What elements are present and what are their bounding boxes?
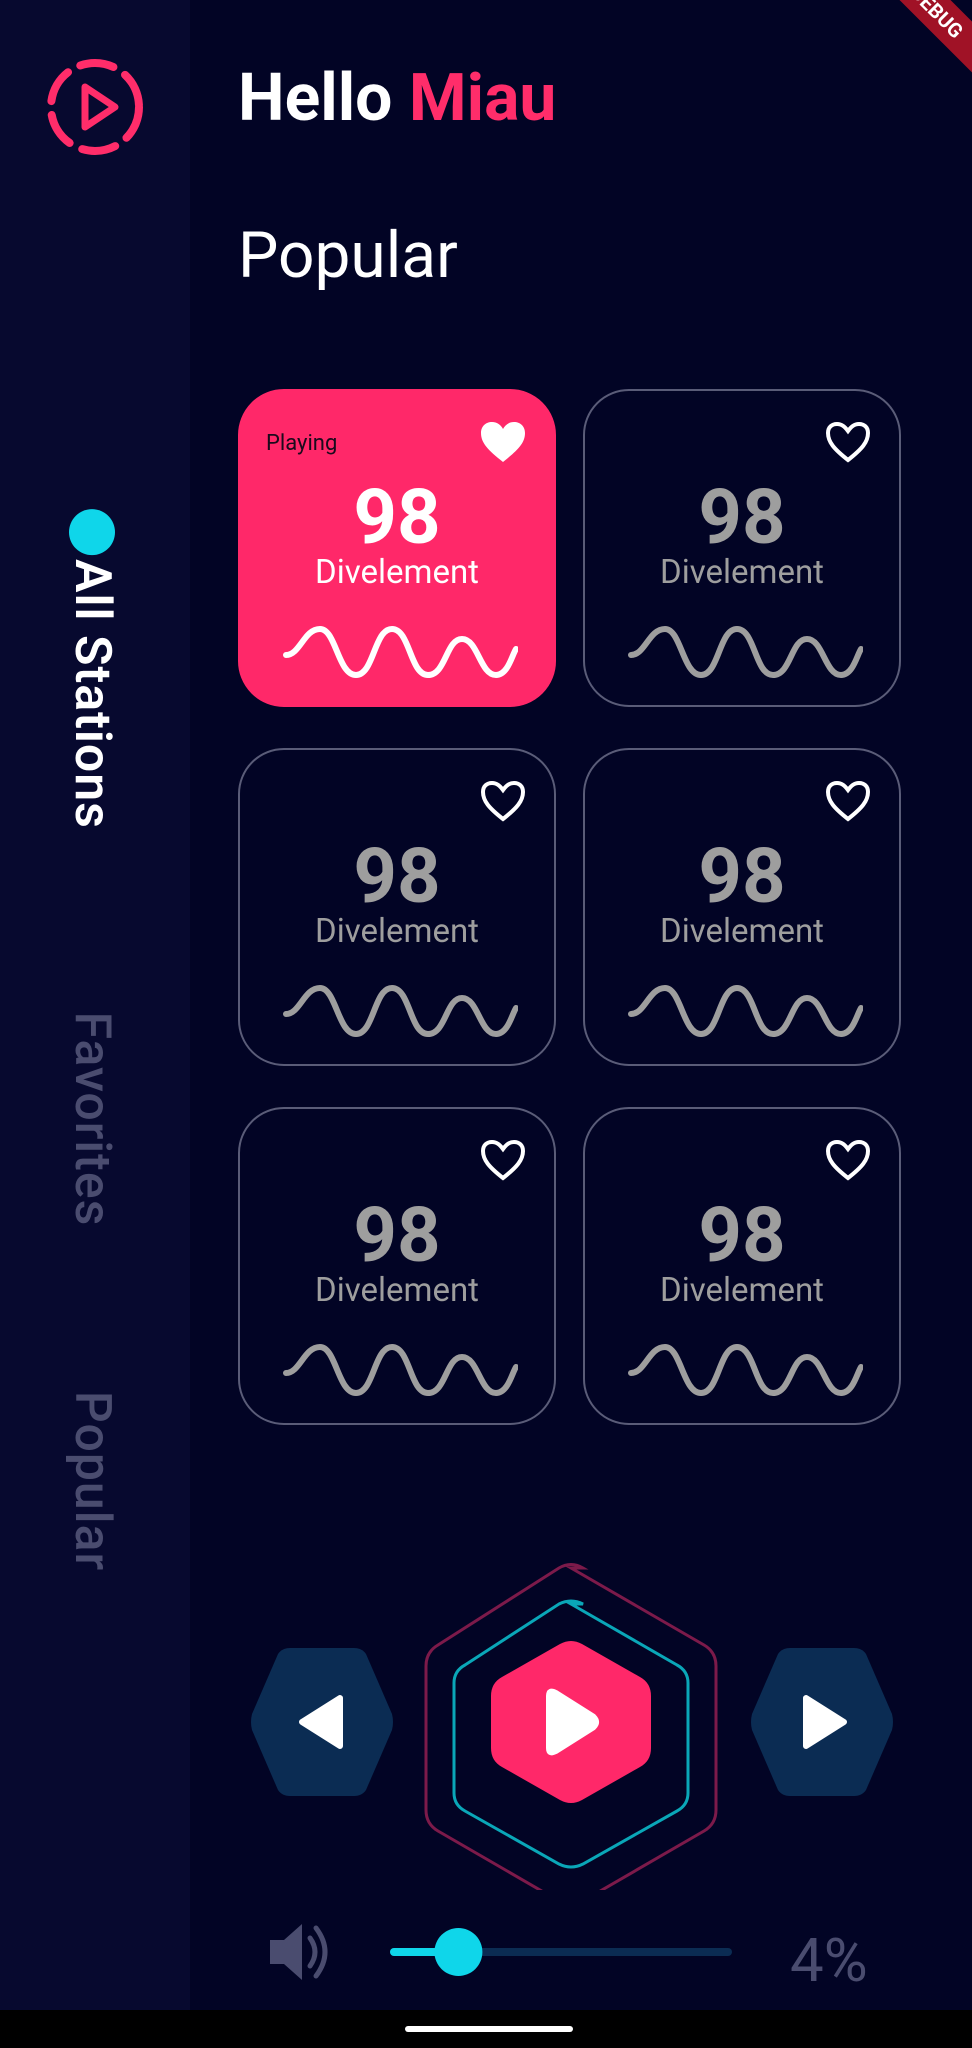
station-frequency: 98 <box>698 472 786 562</box>
heart-filled-icon[interactable] <box>478 419 528 465</box>
next-button[interactable] <box>751 1648 893 1796</box>
sidebar-item-label: Favorites <box>63 1011 121 1227</box>
heart-outline-icon[interactable] <box>823 419 873 465</box>
station-name: Divelement <box>660 553 824 592</box>
play-button[interactable] <box>491 1641 651 1803</box>
sidebar-item-favorites[interactable]: Favorites <box>63 1012 121 1227</box>
heart-outline-icon[interactable] <box>478 1137 528 1183</box>
station-frequency: 98 <box>698 1190 786 1280</box>
playing-status: Playing <box>266 431 338 456</box>
station-card[interactable]: 98 Divelement <box>238 748 556 1066</box>
heart-outline-icon[interactable] <box>823 778 873 824</box>
station-card[interactable]: 98 Divelement <box>583 748 901 1066</box>
wave-icon <box>628 1343 863 1397</box>
station-frequency: 98 <box>698 831 786 921</box>
sidebar-item-label: All Stations <box>63 559 121 829</box>
wave-icon <box>283 984 518 1038</box>
wave-icon <box>283 1343 518 1397</box>
station-name: Divelement <box>660 1271 824 1310</box>
section-title: Popular <box>238 218 458 293</box>
previous-button[interactable] <box>250 1648 394 1796</box>
volume-slider-thumb[interactable] <box>434 1928 483 1976</box>
home-indicator[interactable] <box>405 2026 573 2032</box>
station-frequency: 98 <box>353 831 441 921</box>
play-circle-icon[interactable] <box>45 57 145 157</box>
heart-outline-icon[interactable] <box>478 778 528 824</box>
station-frequency: 98 <box>353 1190 441 1280</box>
station-card[interactable]: Playing 98 Divelement <box>238 389 556 707</box>
greeting-text: Hello <box>238 60 393 137</box>
station-name: Divelement <box>660 912 824 951</box>
sidebar-item-label: Popular <box>63 1390 121 1572</box>
heart-outline-icon[interactable] <box>823 1137 873 1183</box>
wave-icon <box>283 625 518 679</box>
station-card[interactable]: 98 Divelement <box>583 389 901 707</box>
station-card[interactable]: 98 Divelement <box>583 1107 901 1425</box>
sidebar-item-all-stations[interactable]: All Stations <box>63 509 121 829</box>
wave-icon <box>628 984 863 1038</box>
station-name: Divelement <box>315 912 479 951</box>
volume-percent: 4% <box>790 1925 868 1996</box>
user-name: Miau <box>408 60 557 137</box>
speaker-icon[interactable] <box>270 1924 328 1980</box>
sidebar-item-popular[interactable]: Popular <box>63 1391 121 1571</box>
player-controls <box>250 1563 893 1890</box>
wave-icon <box>628 625 863 679</box>
station-frequency: 98 <box>353 472 441 562</box>
station-card[interactable]: 98 Divelement <box>238 1107 556 1425</box>
debug-banner: DEBUG <box>871 0 972 78</box>
greeting-title: Hello Miau <box>238 60 556 137</box>
station-name: Divelement <box>315 1271 479 1310</box>
active-indicator-dot <box>69 509 115 556</box>
station-name: Divelement <box>315 553 479 592</box>
